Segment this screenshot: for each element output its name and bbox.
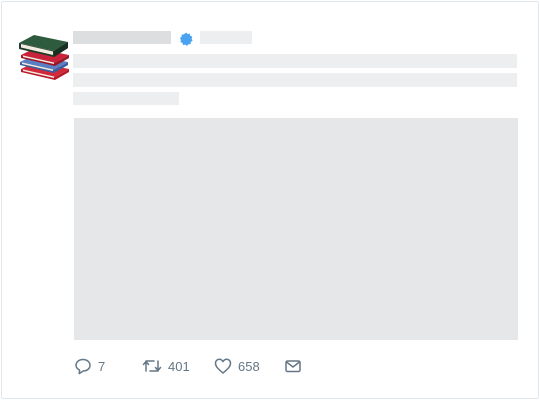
avatar[interactable] — [18, 29, 70, 81]
tweet-text-line-2 — [73, 73, 517, 87]
display-name-placeholder — [73, 31, 171, 44]
reply-count: 7 — [98, 358, 106, 374]
handle-placeholder — [200, 31, 252, 44]
like-count: 658 — [238, 358, 260, 374]
retweet-button[interactable]: 401 — [142, 356, 190, 376]
tweet-text-line-1 — [73, 54, 517, 68]
retweet-icon — [142, 360, 162, 372]
envelope-icon — [285, 360, 301, 373]
reply-button[interactable]: 7 — [74, 356, 105, 376]
tweet-media-placeholder[interactable] — [74, 118, 518, 340]
tweet-card: 7 401 658 — [1, 1, 539, 399]
tweet-text-line-3 — [73, 92, 179, 105]
reply-icon — [75, 358, 91, 375]
verified-badge — [179, 32, 193, 46]
like-button[interactable]: 658 — [214, 356, 260, 376]
heart-icon — [214, 358, 232, 374]
direct-message-button[interactable] — [284, 356, 302, 376]
books-icon — [19, 35, 69, 80]
verified-badge-icon — [179, 32, 193, 46]
retweet-count: 401 — [168, 358, 190, 374]
